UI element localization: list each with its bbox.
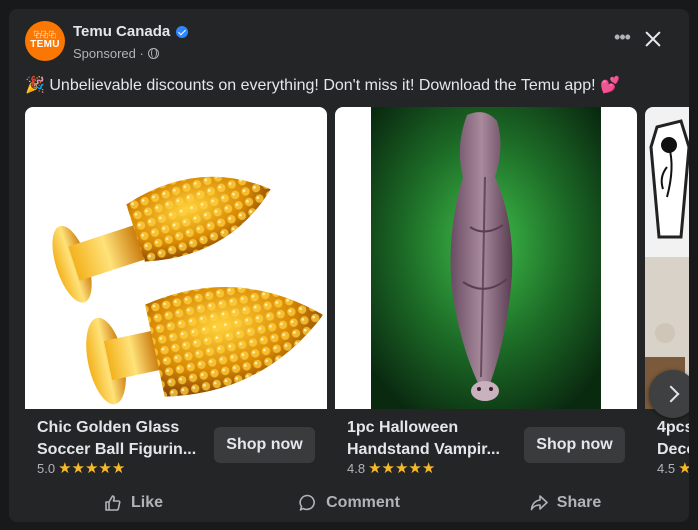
avatar-brand: TEMU <box>30 39 60 50</box>
comment-label: Comment <box>326 494 400 511</box>
product-card[interactable]: 4pcs Deco... 4.5 ★ <box>645 107 689 483</box>
product-info: Chic Golden Glass Soccer Ball Figurin...… <box>25 409 327 483</box>
product-title[interactable]: 1pc Halloween Handstand Vampir... <box>347 417 517 461</box>
product-info: 1pc Halloween Handstand Vampir... 4.8 ★★… <box>335 409 637 483</box>
star-rating-icon: ★ <box>678 460 689 477</box>
product-image[interactable] <box>25 107 327 409</box>
share-label: Share <box>556 494 602 511</box>
sponsored-label[interactable]: Sponsored · <box>73 46 144 61</box>
page-avatar[interactable]: ⿻⿻⿻ TEMU <box>25 21 65 61</box>
more-icon: ••• <box>614 27 631 47</box>
hanging-bat-illustration <box>335 107 637 409</box>
product-image[interactable] <box>645 107 689 409</box>
verified-badge-icon <box>176 25 189 38</box>
product-title[interactable]: Chic Golden Glass Soccer Ball Figurin... <box>37 417 207 461</box>
product-title-line-2: Deco... <box>657 441 689 458</box>
product-title[interactable]: 4pcs Deco... <box>657 417 689 461</box>
page-name-row: Temu Canada <box>73 23 189 40</box>
product-carousel: Chic Golden Glass Soccer Ball Figurin...… <box>25 107 689 483</box>
rating-value: 4.5 <box>657 461 676 476</box>
page-name[interactable]: Temu Canada <box>73 23 170 40</box>
coffin-decor-illustration <box>645 107 689 409</box>
product-rating: 4.5 ★ <box>657 461 689 476</box>
rating-value: 4.8 <box>347 461 366 476</box>
like-label: Like <box>130 494 163 511</box>
post-header: ⿻⿻⿻ TEMU Temu Canada Sponsored · ••• <box>9 9 689 73</box>
post-actions: Like Comment Share <box>25 487 673 519</box>
product-title-line-2: Soccer Ball Figurin... <box>37 441 197 458</box>
share-icon <box>530 495 548 511</box>
product-rating: 4.8 ★★★★★ <box>347 461 435 476</box>
sponsored-row: Sponsored · <box>73 46 159 61</box>
rating-value: 5.0 <box>37 461 56 476</box>
star-rating-icon: ★★★★★ <box>58 460 126 477</box>
chevron-right-icon[interactable] <box>649 370 689 418</box>
star-rating-icon: ★★★★★ <box>368 460 436 477</box>
globe-icon <box>147 48 159 59</box>
product-title-line-1: 1pc Halloween <box>347 419 459 436</box>
shop-now-button[interactable]: Shop now <box>214 427 315 463</box>
more-options-button[interactable]: ••• <box>607 27 637 51</box>
product-card[interactable]: Chic Golden Glass Soccer Ball Figurin...… <box>25 107 327 483</box>
thumbs-up-icon <box>105 495 121 511</box>
product-image[interactable] <box>335 107 637 409</box>
comment-button[interactable]: Comment <box>241 487 457 519</box>
product-rating: 5.0 ★★★★★ <box>37 461 125 476</box>
product-title-line-1: 4pcs <box>657 419 689 436</box>
avatar-glyphs: ⿻⿻⿻ <box>33 32 57 39</box>
shop-now-button[interactable]: Shop now <box>524 427 625 463</box>
product-card[interactable]: 1pc Halloween Handstand Vampir... 4.8 ★★… <box>335 107 637 483</box>
glass-figurine-illustration <box>25 107 327 409</box>
close-icon[interactable] <box>639 25 667 53</box>
ad-post-card: ⿻⿻⿻ TEMU Temu Canada Sponsored · ••• 🎉 U… <box>9 9 689 522</box>
post-text: 🎉 Unbelievable discounts on everything! … <box>25 77 620 94</box>
product-info: 4pcs Deco... 4.5 ★ <box>645 409 689 483</box>
product-title-line-2: Handstand Vampir... <box>347 441 500 458</box>
like-button[interactable]: Like <box>25 487 241 519</box>
product-title-line-1: Chic Golden Glass <box>37 419 180 436</box>
comment-icon <box>299 494 316 511</box>
share-button[interactable]: Share <box>457 487 673 519</box>
